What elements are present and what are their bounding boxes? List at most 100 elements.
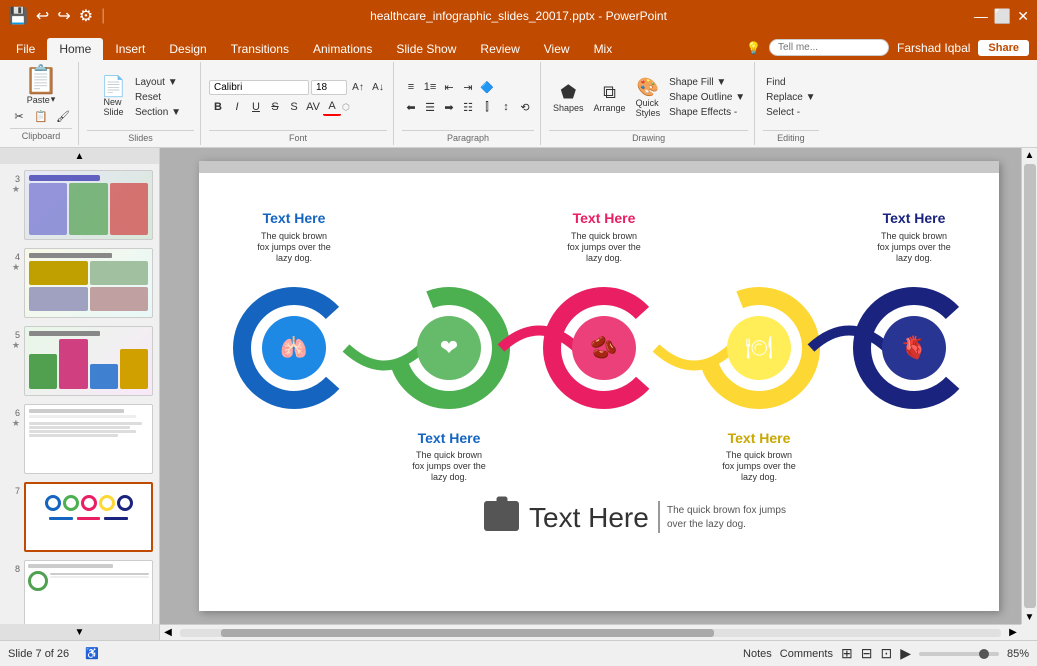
tab-slide-show[interactable]: Slide Show xyxy=(384,38,468,60)
drawing-group: ⬟ Shapes ⧉ Arrange 🎨 QuickStyles Shape F… xyxy=(543,62,755,145)
format-painter-button[interactable]: 🖌 xyxy=(54,107,72,125)
scroll-up-arrow[interactable]: ▲ xyxy=(1023,148,1037,162)
font-color-button[interactable]: A xyxy=(323,98,341,116)
status-bar: Slide 7 of 26 ♿ Notes Comments ⊞ ⊟ ⊡ ▶ 8… xyxy=(0,640,1037,666)
status-right-area: Notes Comments ⊞ ⊟ ⊡ ▶ 85% xyxy=(743,645,1029,662)
tab-insert[interactable]: Insert xyxy=(103,38,157,60)
scroll-down-button[interactable]: ▼ xyxy=(0,624,159,640)
strikethrough-button[interactable]: S xyxy=(266,98,284,116)
slide-thumb-6[interactable]: 6 ★ xyxy=(4,402,155,476)
shape-outline-button[interactable]: Shape Outline ▼ xyxy=(666,91,748,104)
slide-panel: ▲ 3 ★ xyxy=(0,148,160,640)
replace-button[interactable]: Replace ▼ xyxy=(763,91,818,104)
slide-thumb-7[interactable]: 7 ★ xyxy=(4,480,155,554)
thumb-7-active[interactable] xyxy=(24,482,153,552)
font-name-input[interactable] xyxy=(209,80,309,95)
line-spacing-btn[interactable]: ↕ xyxy=(497,98,515,116)
scroll-down-arrow[interactable]: ▼ xyxy=(1023,610,1037,624)
reading-view-icon[interactable]: ⊡ xyxy=(880,645,892,662)
tab-mix[interactable]: Mix xyxy=(582,38,625,60)
presenter-view-icon[interactable]: ▶ xyxy=(900,645,911,662)
scroll-thumb[interactable] xyxy=(1024,164,1036,608)
align-right-btn[interactable]: ➡ xyxy=(440,98,458,116)
tab-view[interactable]: View xyxy=(532,38,582,60)
thumb-4[interactable] xyxy=(24,248,153,318)
new-slide-button[interactable]: 📄 NewSlide xyxy=(97,75,130,119)
thumb-3[interactable] xyxy=(24,170,153,240)
font-size-input[interactable] xyxy=(311,80,347,95)
italic-button[interactable]: I xyxy=(228,98,246,116)
save-icon[interactable]: 💾 xyxy=(8,6,28,26)
close-btn[interactable]: ✕ xyxy=(1017,8,1029,25)
align-center-btn[interactable]: ☰ xyxy=(421,98,439,116)
shadow-button[interactable]: S xyxy=(285,98,303,116)
justify-btn[interactable]: ☷ xyxy=(459,98,477,116)
paste-button[interactable]: 📋 xyxy=(24,66,59,94)
tab-transitions[interactable]: Transitions xyxy=(219,38,301,60)
decrease-font-btn[interactable]: A↓ xyxy=(369,78,387,96)
text-direction-btn[interactable]: ⟲ xyxy=(516,98,534,116)
slide-canvas-area[interactable]: ▲ ▼ Text Here The quick brown xyxy=(160,148,1037,624)
redo-icon[interactable]: ↪ xyxy=(57,6,70,26)
tab-review[interactable]: Review xyxy=(468,38,531,60)
font-expand-icon[interactable]: ⬡ xyxy=(342,102,350,113)
section-button[interactable]: Section ▼ xyxy=(132,106,184,119)
slide-thumb-5[interactable]: 5 ★ xyxy=(4,324,155,398)
svg-text:❤: ❤ xyxy=(439,335,457,360)
minimize-btn[interactable]: — xyxy=(974,8,988,24)
customize-icon[interactable]: ⚙ xyxy=(79,6,93,26)
undo-icon[interactable]: ↩ xyxy=(36,6,49,26)
bullets-button[interactable]: ≡ xyxy=(402,78,420,96)
thumb-5[interactable] xyxy=(24,326,153,396)
copy-button[interactable]: 📋 xyxy=(32,107,50,125)
notes-button[interactable]: Notes xyxy=(743,648,772,660)
increase-font-btn[interactable]: A↑ xyxy=(349,78,367,96)
shape-effects-button[interactable]: Shape Effects - xyxy=(666,106,748,119)
reset-button[interactable]: Reset xyxy=(132,91,184,104)
thumb-6[interactable] xyxy=(24,404,153,474)
increase-indent-btn[interactable]: ⇥ xyxy=(459,78,477,96)
find-button[interactable]: Find xyxy=(763,76,818,89)
scroll-up-button[interactable]: ▲ xyxy=(0,148,159,164)
outline-view-icon[interactable]: ⊟ xyxy=(861,645,873,662)
comments-button[interactable]: Comments xyxy=(780,648,833,660)
underline-button[interactable]: U xyxy=(247,98,265,116)
restore-btn[interactable]: ⬜ xyxy=(994,8,1011,25)
vertical-scrollbar[interactable]: ▲ ▼ xyxy=(1021,148,1037,624)
slide-thumb-4[interactable]: 4 ★ xyxy=(4,246,155,320)
layout-button[interactable]: Layout ▼ xyxy=(132,76,184,89)
quick-styles-button[interactable]: 🎨 QuickStyles xyxy=(632,75,665,120)
share-button[interactable]: Share xyxy=(978,40,1029,56)
smartart-button[interactable]: 🔷 xyxy=(478,78,496,96)
thumb-8[interactable] xyxy=(24,560,153,624)
tab-home[interactable]: Home xyxy=(47,38,103,60)
h-scrollbar-thumb[interactable] xyxy=(221,629,714,637)
slide-thumb-8[interactable]: 8 ★ xyxy=(4,558,155,624)
slide-thumb-3[interactable]: 3 ★ xyxy=(4,168,155,242)
tell-me-input[interactable] xyxy=(769,39,889,56)
zoom-slider[interactable] xyxy=(919,652,999,656)
numbering-button[interactable]: 1≡ xyxy=(421,78,439,96)
normal-view-icon[interactable]: ⊞ xyxy=(841,645,853,662)
zoom-thumb[interactable] xyxy=(979,649,989,659)
columns-btn[interactable]: ⫿ xyxy=(478,98,496,116)
cut-button[interactable]: ✂ xyxy=(10,107,28,125)
tab-design[interactable]: Design xyxy=(157,38,218,60)
shape-fill-button[interactable]: Shape Fill ▼ xyxy=(666,76,748,89)
scroll-right-arrow[interactable]: ▶ xyxy=(1005,626,1021,640)
decrease-indent-btn[interactable]: ⇤ xyxy=(440,78,458,96)
svg-text:lazy dog.: lazy dog. xyxy=(585,253,621,263)
paste-dropdown[interactable]: Paste ▾ xyxy=(27,94,56,105)
align-left-btn[interactable]: ⬅ xyxy=(402,98,420,116)
spacing-button[interactable]: AV xyxy=(304,98,322,116)
shapes-button[interactable]: ⬟ Shapes xyxy=(549,80,588,115)
tab-animations[interactable]: Animations xyxy=(301,38,384,60)
tab-file[interactable]: File xyxy=(4,38,47,60)
scroll-left-arrow[interactable]: ◀ xyxy=(160,626,176,640)
bold-button[interactable]: B xyxy=(209,98,227,116)
svg-text:🫘: 🫘 xyxy=(590,334,617,360)
arrange-button[interactable]: ⧉ Arrange xyxy=(590,80,630,115)
horizontal-scrollbar[interactable]: ◀ ▶ xyxy=(160,624,1021,640)
slides-group: 📄 NewSlide Layout ▼ Reset Section ▼ Slid… xyxy=(81,62,201,145)
select-button[interactable]: Select - xyxy=(763,106,818,119)
